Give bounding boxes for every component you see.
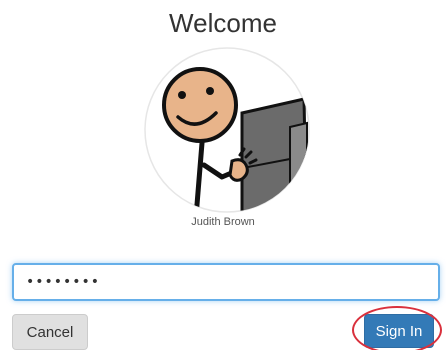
user-avatar: [144, 47, 310, 213]
welcome-heading: Welcome: [169, 8, 277, 38]
user-name-label: Judith Brown: [191, 216, 255, 228]
sign-in-button[interactable]: Sign In: [364, 314, 434, 348]
stick-figure-at-computer-icon: [144, 47, 310, 213]
password-field[interactable]: [12, 263, 440, 301]
cancel-button[interactable]: Cancel: [12, 314, 88, 350]
sign-in-screen: Welcome Judith Brown •••••••• Cancel Sig…: [0, 0, 446, 350]
